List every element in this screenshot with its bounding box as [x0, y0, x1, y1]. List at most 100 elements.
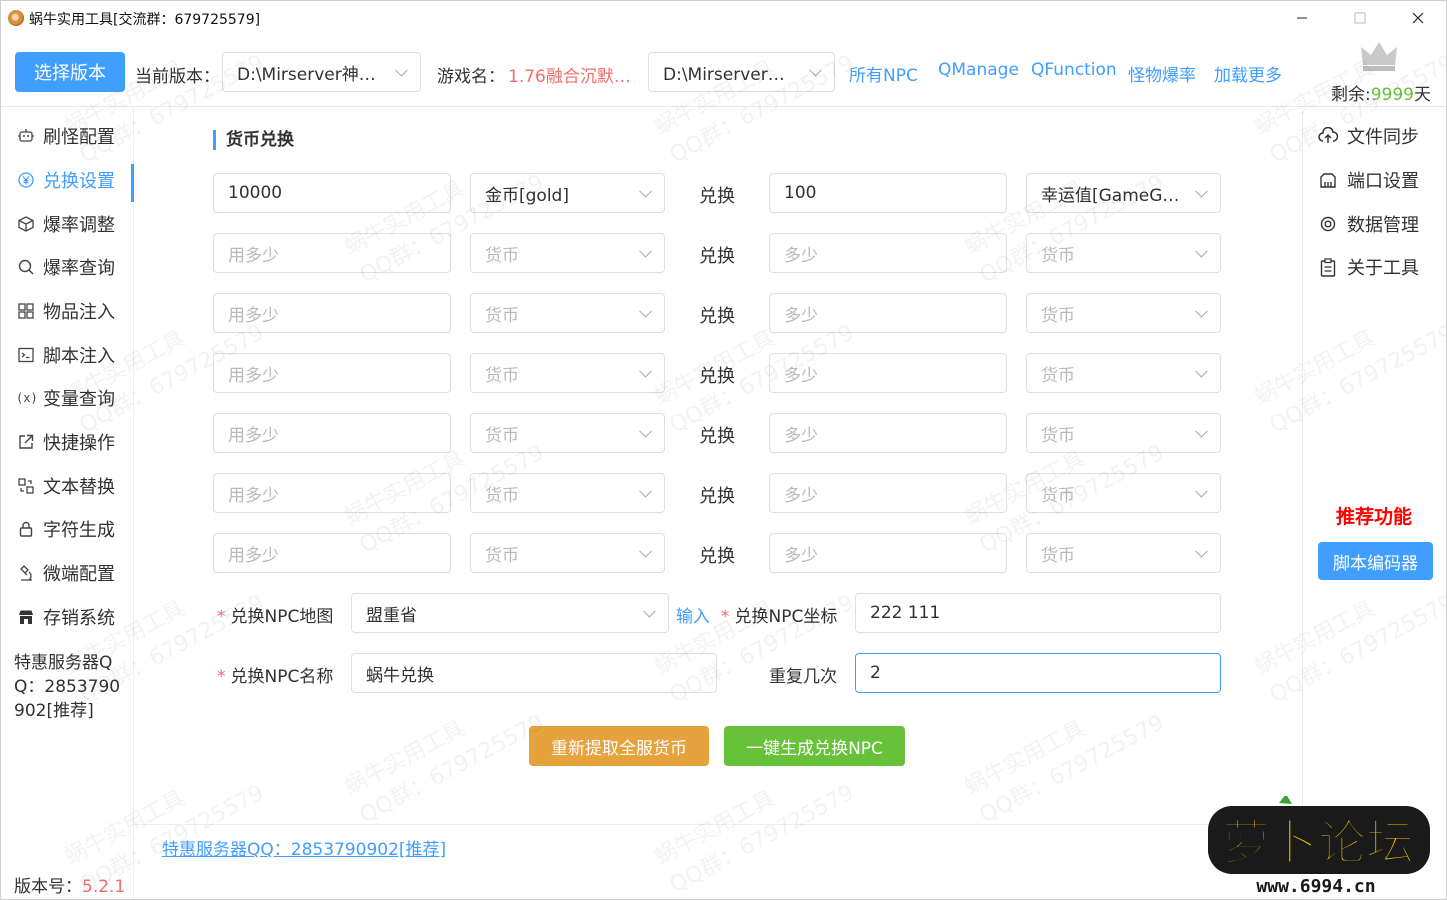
current-version-select[interactable]: D:\Mirserver神…: [222, 52, 421, 92]
server-promo-link[interactable]: 特惠服务器QQ：2853790902[推荐]: [162, 835, 446, 860]
to-currency-select[interactable]: 货币: [1026, 293, 1221, 333]
sidebar-item-label: 脚本注入: [43, 346, 115, 367]
to-currency-select[interactable]: 幸运值[GameG…: [1026, 173, 1221, 213]
chevron-down-icon: [395, 63, 408, 77]
chevron-down-icon: [1195, 244, 1208, 258]
robot-icon: [15, 125, 37, 147]
right-panel: 文件同步 端口设置 数据管理 关于工具 推荐功能 脚本编码器: [1302, 108, 1446, 899]
sidebar-item-7[interactable]: 快捷操作: [1, 422, 134, 462]
clipboard-icon: [1317, 256, 1339, 278]
chevron-down-icon: [643, 604, 656, 618]
currency-icon: [15, 169, 37, 191]
section-title: 货币兑换: [213, 130, 294, 150]
minimize-icon: [1297, 17, 1307, 19]
from-currency-select[interactable]: 货币: [470, 353, 665, 393]
version-line: 版本号：5.2.1: [14, 877, 126, 897]
close-button[interactable]: [1389, 1, 1446, 35]
to-currency-select[interactable]: 货币: [1026, 413, 1221, 453]
crown-icon: [1361, 42, 1397, 71]
from-currency-select[interactable]: 货币: [470, 293, 665, 333]
link-load-more[interactable]: 加载更多: [1214, 61, 1282, 86]
path-select[interactable]: D:\Mirserver神…: [648, 52, 835, 92]
sidebar-item-label: 字符生成: [43, 520, 115, 541]
terminal-icon: [15, 344, 37, 366]
target-amount-input[interactable]: 多少: [769, 473, 1007, 513]
generate-npc-button[interactable]: 一键生成兑换NPC: [724, 726, 905, 766]
link-all-npc[interactable]: 所有NPC: [849, 61, 918, 86]
target-amount-input[interactable]: 多少: [769, 293, 1007, 333]
link-qmanage[interactable]: QManage: [938, 60, 1019, 80]
chevron-down-icon: [639, 304, 652, 318]
maximize-button[interactable]: [1331, 1, 1389, 35]
sidebar-item-8[interactable]: 文本替换: [1, 466, 134, 506]
sidebar-item-10[interactable]: 微端配置: [1, 553, 134, 593]
to-currency-select[interactable]: 货币: [1026, 473, 1221, 513]
lock-icon: [15, 518, 37, 540]
exchange-amount-input[interactable]: 用多少: [213, 413, 451, 453]
sidebar-item-11[interactable]: 存销系统: [1, 597, 134, 637]
sidebar-item-label: 爆率查询: [43, 258, 115, 279]
sidebar-item-9[interactable]: 字符生成: [1, 509, 134, 549]
exchange-amount-input[interactable]: 用多少: [213, 353, 451, 393]
link-qfunction[interactable]: QFunction: [1031, 60, 1117, 80]
cloud-upload-icon: [1317, 125, 1339, 147]
from-currency-select[interactable]: 货币: [470, 533, 665, 573]
repeat-label: 重复几次: [769, 667, 837, 687]
sidebar-item-label: 微端配置: [43, 564, 115, 585]
sidebar-item-4[interactable]: 物品注入: [1, 291, 134, 331]
npc-name-label: * 兑换NPC名称: [217, 667, 334, 687]
chevron-down-icon: [1195, 184, 1208, 198]
maximize-icon: [1354, 12, 1366, 24]
from-currency-select[interactable]: 货币: [470, 473, 665, 513]
sidebar-item-3[interactable]: 爆率查询: [1, 247, 134, 287]
chevron-down-icon: [639, 484, 652, 498]
grid-icon: [15, 300, 37, 322]
link-monster-drop[interactable]: 怪物爆率: [1128, 61, 1196, 86]
from-currency-select[interactable]: 金币[gold]: [470, 173, 665, 213]
select-version-button[interactable]: 选择版本: [15, 52, 125, 92]
npc-name-input[interactable]: 蜗牛兑换: [351, 653, 717, 693]
to-currency-select[interactable]: 货币: [1026, 233, 1221, 273]
app-window: 蜗牛实用工具[交流群：679725579] 选择版本 当前版本： D:\Mirs…: [0, 0, 1447, 900]
chevron-down-icon: [1195, 544, 1208, 558]
sidebar-item-5[interactable]: 脚本注入: [1, 335, 134, 375]
sidebar-item-6[interactable]: (x) 变量查询: [1, 378, 134, 418]
port-settings-item[interactable]: 端口设置: [1317, 160, 1419, 200]
target-amount-input[interactable]: 多少: [769, 233, 1007, 273]
target-amount-input[interactable]: 多少: [769, 413, 1007, 453]
sidebar-item-1[interactable]: 兑换设置: [1, 160, 134, 202]
script-encoder-button[interactable]: 脚本编码器: [1318, 542, 1433, 580]
microscope-icon: [15, 562, 37, 584]
input-link[interactable]: 输入: [676, 602, 710, 627]
from-currency-select[interactable]: 货币: [470, 233, 665, 273]
sidebar-item-label: 爆率调整: [43, 215, 115, 236]
target-amount-input[interactable]: 100: [769, 173, 1007, 213]
data-management-item[interactable]: 数据管理: [1317, 204, 1419, 244]
refetch-currency-button[interactable]: 重新提取全服货币: [529, 726, 709, 766]
exchange-amount-input[interactable]: 用多少: [213, 293, 451, 333]
npc-coord-input[interactable]: 222 111: [855, 593, 1221, 633]
file-sync-item[interactable]: 文件同步: [1317, 116, 1419, 156]
exchange-label: 兑换: [699, 246, 735, 267]
sidebar-item-label: 文本替换: [43, 477, 115, 498]
to-currency-select[interactable]: 货币: [1026, 353, 1221, 393]
main-content: 货币兑换 10000 金币[gold] 兑换 100 幸运值[GameG… 用多少 货币 兑换…: [135, 108, 1301, 899]
repeat-count-input[interactable]: 2: [855, 653, 1221, 693]
to-currency-select[interactable]: 货币: [1026, 533, 1221, 573]
target-amount-input[interactable]: 多少: [769, 533, 1007, 573]
target-amount-input[interactable]: 多少: [769, 353, 1007, 393]
sidebar-item-2[interactable]: 爆率调整: [1, 204, 134, 244]
exchange-amount-input[interactable]: 用多少: [213, 233, 451, 273]
exchange-amount-input[interactable]: 10000: [213, 173, 451, 213]
from-currency-select[interactable]: 货币: [470, 413, 665, 453]
exchange-amount-input[interactable]: 用多少: [213, 533, 451, 573]
snail-app-icon: [8, 10, 24, 26]
sidebar-item-0[interactable]: 刷怪配置: [1, 116, 134, 156]
game-name-label: 游戏名：: [437, 67, 505, 87]
minimize-button[interactable]: [1273, 1, 1331, 35]
about-tool-item[interactable]: 关于工具: [1317, 247, 1419, 287]
npc-map-select[interactable]: 盟重省: [351, 593, 669, 633]
exchange-amount-input[interactable]: 用多少: [213, 473, 451, 513]
chevron-down-icon: [639, 544, 652, 558]
search-icon: [15, 256, 37, 278]
